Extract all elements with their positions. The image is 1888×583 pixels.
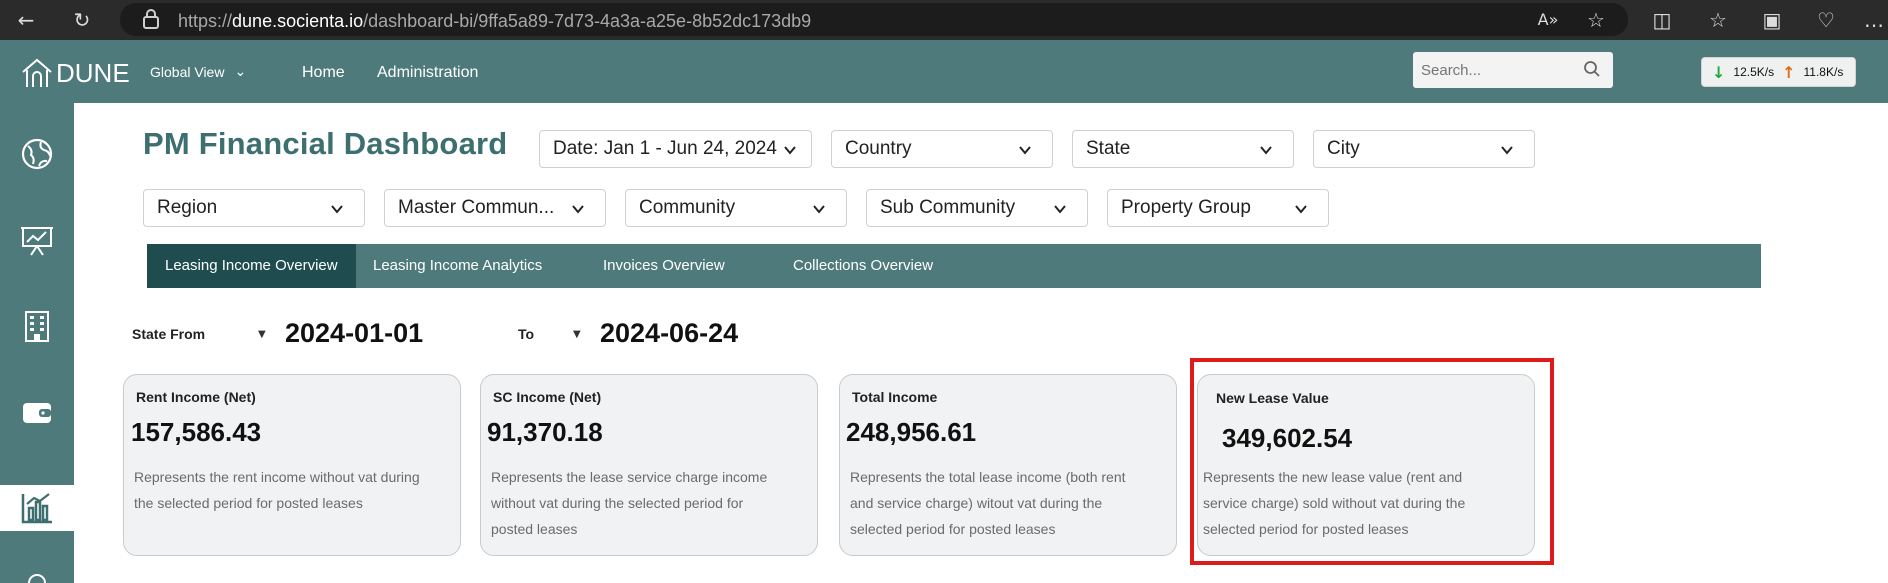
property-group-dropdown[interactable]: Property Group	[1107, 189, 1329, 227]
country-dropdown[interactable]: Country	[831, 130, 1053, 168]
browser-essentials-icon[interactable]: ♡	[1814, 8, 1838, 32]
to-caret-icon[interactable]: ▼	[573, 329, 581, 340]
chevron-down-icon	[1019, 146, 1031, 155]
date-range-dropdown[interactable]: Date: Jan 1 - Jun 24, 2024	[539, 130, 812, 168]
city-dropdown[interactable]: City	[1313, 130, 1535, 168]
sub-community-label: Sub Community	[880, 197, 1016, 218]
from-date-value[interactable]: 2024-01-01	[285, 318, 423, 349]
chevron-down-icon	[1501, 146, 1513, 155]
card-description: Represents the rent income without vat d…	[134, 469, 420, 511]
sub-community-dropdown[interactable]: Sub Community	[866, 189, 1088, 227]
tab-leasing-income-analytics[interactable]: Leasing Income Analytics	[373, 244, 542, 288]
community-dropdown[interactable]: Community	[625, 189, 847, 227]
chevron-down-icon	[331, 205, 343, 214]
search-icon[interactable]	[1583, 60, 1601, 78]
user-menu[interactable]: ger	[1860, 100, 1880, 116]
card-description: Represents the lease service charge inco…	[491, 469, 768, 537]
card-title: SC Income (Net)	[493, 389, 602, 405]
chevron-down-icon	[572, 205, 584, 214]
highlight-annotation-box	[1190, 358, 1554, 565]
community-label: Community	[639, 197, 736, 218]
master-community-dropdown[interactable]: Master Commun...	[384, 189, 606, 227]
tab-invoices-overview[interactable]: Invoices Overview	[603, 244, 725, 288]
region-label: Region	[157, 197, 218, 218]
nav-administration-link[interactable]: Administration	[377, 64, 478, 82]
address-bar[interactable]: https://dune.socienta.io/dashboard-bi/9f…	[120, 3, 1628, 36]
search-box	[1413, 52, 1613, 88]
page-title: PM Financial Dashboard	[143, 126, 508, 161]
sidebar	[0, 103, 74, 583]
building-icon[interactable]	[19, 308, 55, 344]
collections-icon[interactable]: ▣	[1760, 8, 1784, 32]
region-dropdown[interactable]: Region	[143, 189, 365, 227]
presentation-icon[interactable]	[19, 222, 55, 258]
chevron-down-icon	[1260, 146, 1272, 155]
sidebar-bottom-section	[0, 531, 74, 583]
from-caret-icon[interactable]: ▼	[258, 329, 266, 340]
favorites-icon[interactable]: ☆	[1706, 8, 1730, 32]
more-menu-icon[interactable]: …	[1862, 8, 1886, 32]
analytics-chart-icon	[21, 493, 52, 524]
sidebar-item-analytics[interactable]	[0, 485, 74, 531]
card-value: 157,586.43	[131, 417, 262, 447]
kpi-card-rent-income: Rent Income (Net) 157,586.43 Represents …	[123, 374, 461, 556]
chevron-down-icon	[1295, 205, 1307, 214]
card-title: Rent Income (Net)	[136, 389, 256, 405]
partial-icon[interactable]	[25, 569, 49, 583]
refresh-icon[interactable]: ↻	[70, 8, 94, 32]
to-date-value[interactable]: 2024-06-24	[600, 318, 738, 349]
master-community-label: Master Commun...	[398, 197, 555, 218]
to-label: To	[518, 326, 535, 342]
favorite-star-icon[interactable]: ☆	[1584, 8, 1608, 32]
country-label: Country	[845, 138, 912, 159]
city-label: City	[1327, 138, 1360, 159]
kpi-card-total-income: Total Income 248,956.61 Represents the t…	[839, 374, 1177, 556]
property-group-label: Property Group	[1121, 197, 1251, 218]
split-screen-icon[interactable]: ◫	[1650, 8, 1674, 32]
card-description: Represents the total lease income (both …	[850, 469, 1126, 537]
network-speed-widget: ↓ 12.5K/s ↑ 11.8K/s	[1701, 57, 1856, 87]
chevron-down-icon	[1054, 205, 1066, 214]
upload-speed: 11.8K/s	[1803, 65, 1844, 79]
back-icon[interactable]: ←	[14, 8, 38, 32]
url-text: https://dune.socienta.io/dashboard-bi/9f…	[178, 11, 812, 31]
lock-icon	[143, 9, 159, 29]
dashboard-tabs: Leasing Income Overview Leasing Income A…	[147, 244, 1761, 288]
house-logo-icon	[22, 58, 52, 87]
card-value: 91,370.18	[487, 417, 603, 447]
state-dropdown[interactable]: State	[1072, 130, 1294, 168]
chevron-down-icon	[784, 146, 796, 155]
download-arrow-icon: ↓	[1712, 62, 1726, 82]
state-from-label: State From	[132, 326, 206, 342]
browser-toolbar: ← ↻ https://dune.socienta.io/dashboard-b…	[0, 0, 1888, 40]
tab-collections-overview[interactable]: Collections Overview	[793, 244, 933, 288]
upload-arrow-icon: ↑	[1782, 62, 1796, 82]
logo-text: DUNE	[56, 57, 130, 88]
kpi-card-sc-income: SC Income (Net) 91,370.18 Represents the…	[480, 374, 818, 556]
dune-logo[interactable]: DUNE	[20, 56, 130, 90]
state-label: State	[1086, 138, 1131, 159]
nav-home-link[interactable]: Home	[302, 64, 345, 82]
card-title: Total Income	[852, 389, 938, 405]
wallet-icon[interactable]	[19, 394, 55, 430]
global-view-dropdown[interactable]: Global View ⌄	[150, 64, 246, 81]
globe-icon[interactable]	[19, 136, 55, 172]
card-value: 248,956.61	[846, 417, 977, 447]
read-aloud-icon[interactable]: A»	[1536, 8, 1560, 32]
chevron-down-icon	[813, 205, 825, 214]
date-range-label: Date: Jan 1 - Jun 24, 2024	[553, 138, 777, 159]
global-view-label: Global View	[150, 64, 225, 80]
download-speed: 12.5K/s	[1733, 65, 1775, 79]
chevron-down-icon: ⌄	[234, 64, 247, 80]
tab-leasing-income-overview[interactable]: Leasing Income Overview	[147, 244, 356, 288]
